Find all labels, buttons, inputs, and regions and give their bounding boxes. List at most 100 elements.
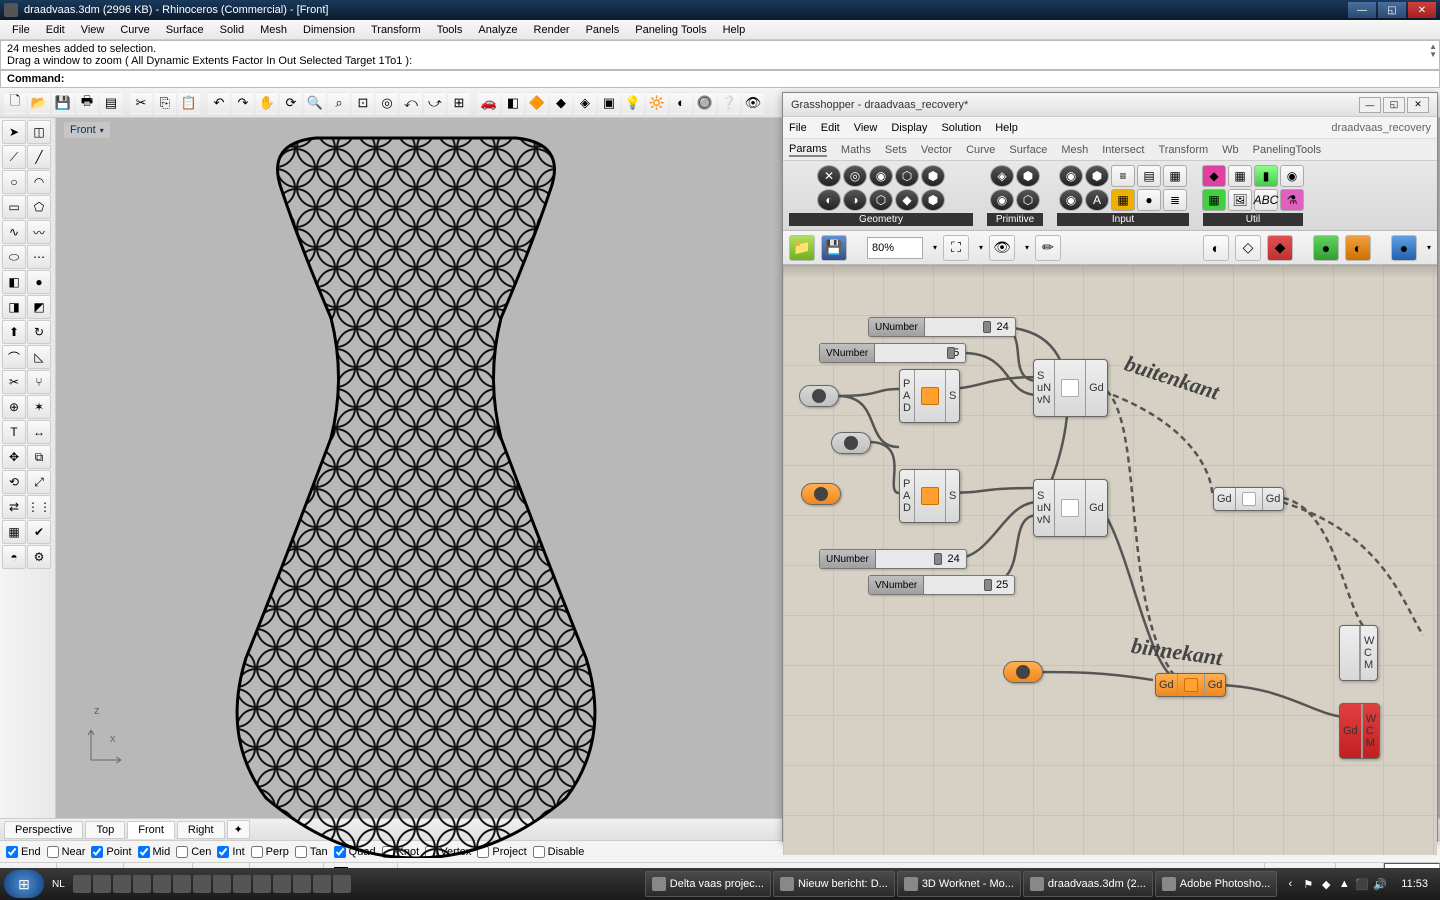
menu-edit[interactable]: Edit	[38, 24, 73, 36]
param-text-icon[interactable]: ⬡	[1016, 189, 1040, 211]
tray-icon[interactable]: ⚑	[1301, 877, 1315, 891]
ribbon-group-geometry[interactable]: Geometry	[789, 213, 973, 226]
osnap-checkbox[interactable]	[6, 846, 18, 858]
polyline-icon[interactable]: ⟋	[2, 145, 26, 169]
properties-icon[interactable]: 🔘	[694, 92, 716, 114]
param-num-icon[interactable]: ◉	[990, 189, 1014, 211]
zoom-extents-icon[interactable]: ⊡	[352, 92, 374, 114]
quick-launch-icon[interactable]	[173, 875, 191, 893]
gh-tab-sets[interactable]: Sets	[885, 144, 907, 156]
polygon-icon[interactable]: ⬠	[27, 195, 51, 219]
menu-transform[interactable]: Transform	[363, 24, 429, 36]
group-icon[interactable]: ▦	[2, 520, 26, 544]
surface-param-1[interactable]	[799, 385, 839, 407]
geodesic-relay-1[interactable]: Gd Gd	[1213, 487, 1284, 511]
viewport-label[interactable]: Front ▾	[64, 122, 110, 138]
turntable-icon[interactable]: ◐	[670, 92, 692, 114]
slider-vnumber-2[interactable]: VNumber 25	[868, 575, 1015, 595]
gh-save-icon[interactable]: 💾	[821, 235, 847, 261]
help-icon[interactable]: ❔	[718, 92, 740, 114]
param-plane-icon[interactable]: ⬢	[921, 165, 945, 187]
taskbar-task[interactable]: Adobe Photosho...	[1155, 871, 1278, 897]
quick-launch-icon[interactable]	[193, 875, 211, 893]
gh-menu-view[interactable]: View	[854, 122, 878, 134]
param-brep-icon[interactable]: ◑	[843, 189, 867, 211]
quick-launch-icon[interactable]	[253, 875, 271, 893]
command-line[interactable]: Command:	[0, 70, 1440, 88]
param-string-icon[interactable]: A	[1085, 189, 1109, 211]
ribbon-group-input[interactable]: Input	[1057, 213, 1189, 226]
chamfer-icon[interactable]: ◺	[27, 345, 51, 369]
toggle-icon[interactable]: ●	[1137, 189, 1161, 211]
panel-icon[interactable]: ▤	[1137, 165, 1161, 187]
taskbar-clock[interactable]: 11:53	[1393, 878, 1436, 890]
osnap-checkbox[interactable]	[47, 846, 59, 858]
param-domain-icon[interactable]: ⬢	[1085, 165, 1109, 187]
gh-no-preview-icon[interactable]: ◆	[1267, 235, 1293, 261]
tray-icon[interactable]: ◆	[1319, 877, 1333, 891]
sphere-icon[interactable]: ●	[27, 270, 51, 294]
param-vector-icon[interactable]: ◎	[843, 165, 867, 187]
tray-icon[interactable]: ▲	[1337, 877, 1351, 891]
gh-tab-paneling[interactable]: PanelingTools	[1253, 144, 1322, 156]
zoom-window-icon[interactable]: ⌕	[328, 92, 350, 114]
ellipse-icon[interactable]: ⬭	[2, 245, 26, 269]
undo-icon[interactable]: ↶	[208, 92, 230, 114]
four-viewports-icon[interactable]: ⊞	[448, 92, 470, 114]
gh-titlebar[interactable]: Grasshopper - draadvaas_recovery* — ◱ ✕	[783, 93, 1437, 117]
gh-preview-icon[interactable]: 👁	[989, 235, 1015, 261]
gh-minimize-button[interactable]: —	[1359, 97, 1381, 113]
dim-icon[interactable]: ↔	[27, 420, 51, 444]
surface-param-4[interactable]	[1003, 661, 1043, 683]
surface-grid-1[interactable]: SuNvN Gd	[1033, 359, 1108, 417]
paste-icon[interactable]: 📋	[178, 92, 200, 114]
quick-launch-icon[interactable]	[333, 875, 351, 893]
menu-file[interactable]: File	[4, 24, 38, 36]
open-icon[interactable]: 📂	[28, 92, 50, 114]
ribbon-group-util[interactable]: Util	[1203, 213, 1303, 226]
rotate-view-icon[interactable]: ⟳	[280, 92, 302, 114]
param-circle-icon[interactable]: ◉	[869, 165, 893, 187]
taskbar-task[interactable]: 3D Worknet - Mo...	[897, 871, 1021, 897]
gh-sketch-icon[interactable]: ✏	[1035, 235, 1061, 261]
set-view-icon[interactable]: 🔶	[526, 92, 548, 114]
quick-launch-icon[interactable]	[153, 875, 171, 893]
quick-launch-icon[interactable]	[233, 875, 251, 893]
scribble-icon[interactable]: ◆	[1202, 165, 1226, 187]
rotate-icon[interactable]: ⟲	[2, 470, 26, 494]
pan-icon[interactable]: ✋	[256, 92, 278, 114]
extrude-icon[interactable]: ⬆	[2, 320, 26, 344]
render-icon[interactable]: 🔆	[646, 92, 668, 114]
param-mesh-icon[interactable]: ⬡	[869, 189, 893, 211]
osnap-near[interactable]: Near	[47, 846, 86, 858]
menu-view[interactable]: View	[73, 24, 113, 36]
options-icon[interactable]: ⚙	[27, 545, 51, 569]
gh-selected-preview-icon[interactable]: ◐	[1345, 235, 1371, 261]
set-cplane-icon[interactable]: 🚗	[478, 92, 500, 114]
tray-icon[interactable]: ⬛	[1355, 877, 1369, 891]
quick-launch-icon[interactable]	[93, 875, 111, 893]
gh-tab-transform[interactable]: Transform	[1158, 144, 1208, 156]
tray-chevron-icon[interactable]: ‹	[1283, 877, 1297, 891]
image-icon[interactable]: 🖼	[1228, 189, 1252, 211]
system-tray[interactable]: ‹ ⚑ ◆ ▲ ⬛ 🔊	[1279, 877, 1391, 891]
menu-panels[interactable]: Panels	[578, 24, 628, 36]
slider-icon[interactable]: ≡	[1111, 165, 1135, 187]
undo-view-icon[interactable]: ⤺	[400, 92, 422, 114]
slider-unumber-2[interactable]: UNumber 24	[819, 549, 967, 569]
osnap-point[interactable]: Point	[91, 846, 131, 858]
lasso-icon[interactable]: ◫	[27, 120, 51, 144]
sweep-icon[interactable]: ◩	[27, 295, 51, 319]
chevron-down-icon[interactable]: ▾	[933, 243, 937, 252]
tab-top[interactable]: Top	[85, 821, 125, 839]
button-icon[interactable]: ≣	[1163, 189, 1187, 211]
param-point-icon[interactable]: ✕	[817, 165, 841, 187]
pointer-icon[interactable]: ➤	[2, 120, 26, 144]
chevron-down-icon[interactable]: ▾	[1025, 243, 1029, 252]
param-box-icon[interactable]: ◆	[895, 189, 919, 211]
slider-unumber-1[interactable]: UNumber 24	[868, 317, 1016, 337]
menu-solid[interactable]: Solid	[212, 24, 252, 36]
split-icon[interactable]: ⑂	[27, 370, 51, 394]
shade-icon[interactable]: 💡	[622, 92, 644, 114]
chevron-down-icon[interactable]: ▾	[100, 126, 104, 135]
